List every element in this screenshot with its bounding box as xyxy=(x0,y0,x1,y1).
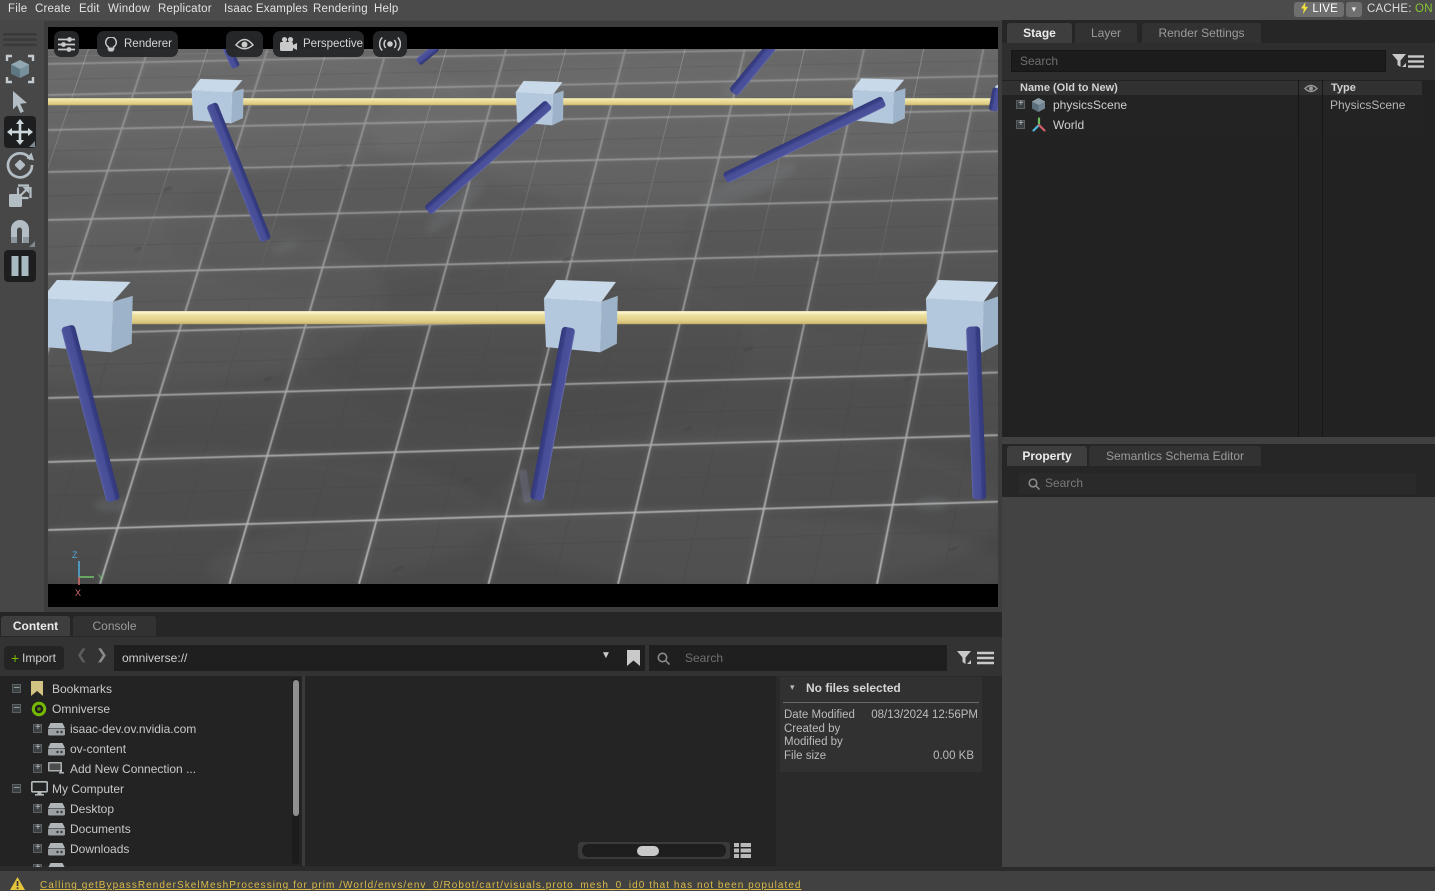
svg-text:X: X xyxy=(75,588,81,598)
svg-text:Z: Z xyxy=(72,550,78,560)
svg-text:Y: Y xyxy=(98,573,104,583)
